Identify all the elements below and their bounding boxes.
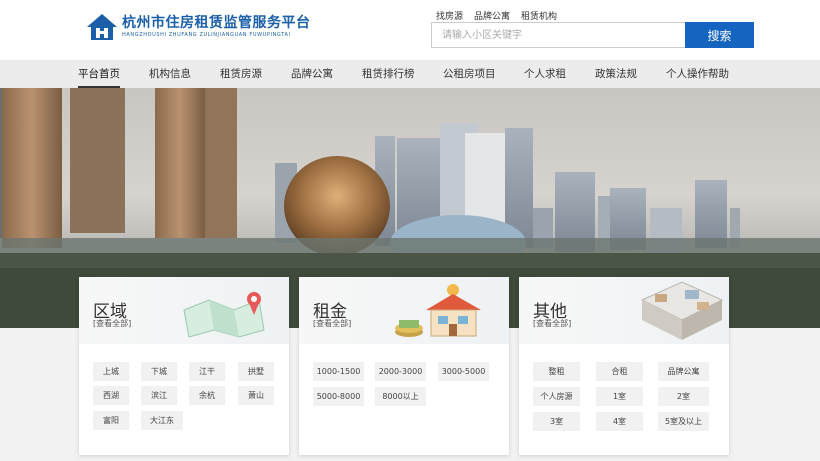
logo-text: 杭州市住房租赁监管服务平台 HANGZHOUSHI ZHUFANG ZULINJ…: [122, 15, 311, 39]
nav-item-public-rental[interactable]: 公租房项目: [443, 60, 496, 88]
nav-item-home[interactable]: 平台首页: [78, 60, 120, 88]
tag-other[interactable]: 1室: [596, 387, 643, 406]
tag-region[interactable]: 上城: [93, 362, 129, 381]
nav-item-policy[interactable]: 政策法规: [595, 60, 637, 88]
logo-title: 杭州市住房租赁监管服务平台: [122, 15, 311, 31]
tag-rent[interactable]: 1000-1500: [313, 362, 364, 381]
tag-other[interactable]: 5室及以上: [658, 412, 709, 431]
main-nav: 平台首页 机构信息 租赁房源 品牌公寓 租赁排行榜 公租房项目 个人求租 政策法…: [0, 60, 820, 88]
toplink-find-house[interactable]: 找房源: [436, 9, 463, 22]
tag-region[interactable]: 滨江: [141, 386, 177, 405]
search-bar: 搜索: [431, 22, 754, 48]
other-card: 其他 [查看全部] 整租 合租 品牌公寓 个人房源 1室 2室 3室 4室 5室…: [519, 277, 729, 455]
tag-region[interactable]: 拱墅: [238, 362, 274, 381]
top-links: 找房源 品牌公寓 租赁机构: [436, 9, 557, 22]
region-card: 区域 [查看全部] 上城 下城 江干 拱墅 西湖 滨江 余杭 萧山 富阳 大江东: [79, 277, 289, 455]
tag-region[interactable]: 西湖: [93, 386, 129, 405]
map-icon: [183, 292, 265, 338]
rent-card: 租金 [查看全部] 1000-1500 2000-3000 3000-5000 …: [299, 277, 509, 455]
other-card-header: 其他 [查看全部]: [519, 277, 729, 344]
search-button[interactable]: 搜索: [685, 22, 754, 48]
tag-other[interactable]: 个人房源: [533, 387, 580, 406]
nav-item-brand-apartment[interactable]: 品牌公寓: [291, 60, 333, 88]
tag-other[interactable]: 合租: [596, 362, 643, 381]
house-logo-icon: [86, 13, 118, 41]
rent-card-header: 租金 [查看全部]: [299, 277, 509, 344]
tag-region[interactable]: 下城: [141, 362, 177, 381]
other-view-all-link[interactable]: [查看全部]: [533, 318, 571, 329]
tag-rent[interactable]: 2000-3000: [375, 362, 426, 381]
rent-view-all-link[interactable]: [查看全部]: [313, 318, 351, 329]
tag-region[interactable]: 富阳: [93, 411, 129, 430]
nav-item-rental-listings[interactable]: 租赁房源: [220, 60, 262, 88]
region-card-header: 区域 [查看全部]: [79, 277, 289, 344]
logo-subtitle: HANGZHOUSHI ZHUFANG ZULINJIANGUAN FUWUPI…: [122, 32, 291, 38]
tag-other[interactable]: 2室: [658, 387, 709, 406]
tag-other[interactable]: 3室: [533, 412, 580, 431]
tag-other[interactable]: 品牌公寓: [658, 362, 709, 381]
nav-item-rental-ranking[interactable]: 租赁排行榜: [362, 60, 415, 88]
nav-item-help[interactable]: 个人操作帮助: [666, 60, 729, 88]
tag-other[interactable]: 4室: [596, 412, 643, 431]
nav-item-personal-request[interactable]: 个人求租: [524, 60, 566, 88]
site-logo[interactable]: 杭州市住房租赁监管服务平台 HANGZHOUSHI ZHUFANG ZULINJ…: [86, 13, 311, 41]
tag-rent[interactable]: 3000-5000: [438, 362, 489, 381]
tag-region[interactable]: 大江东: [141, 411, 183, 430]
nav-item-agency-info[interactable]: 机构信息: [149, 60, 191, 88]
toplink-rental-agency[interactable]: 租赁机构: [521, 9, 557, 22]
house-money-icon: [395, 284, 481, 337]
tag-region[interactable]: 萧山: [238, 386, 274, 405]
tag-rent[interactable]: 8000以上: [375, 387, 426, 406]
search-input[interactable]: [431, 22, 685, 48]
tag-region[interactable]: 江干: [189, 362, 225, 381]
toplink-brand-apartment[interactable]: 品牌公寓: [474, 9, 510, 22]
header: 杭州市住房租赁监管服务平台 HANGZHOUSHI ZHUFANG ZULINJ…: [0, 0, 820, 60]
tag-other[interactable]: 整租: [533, 362, 580, 381]
floorplan-icon: [640, 281, 724, 340]
tag-rent[interactable]: 5000-8000: [313, 387, 364, 406]
region-view-all-link[interactable]: [查看全部]: [93, 318, 131, 329]
tag-region[interactable]: 余杭: [189, 386, 225, 405]
